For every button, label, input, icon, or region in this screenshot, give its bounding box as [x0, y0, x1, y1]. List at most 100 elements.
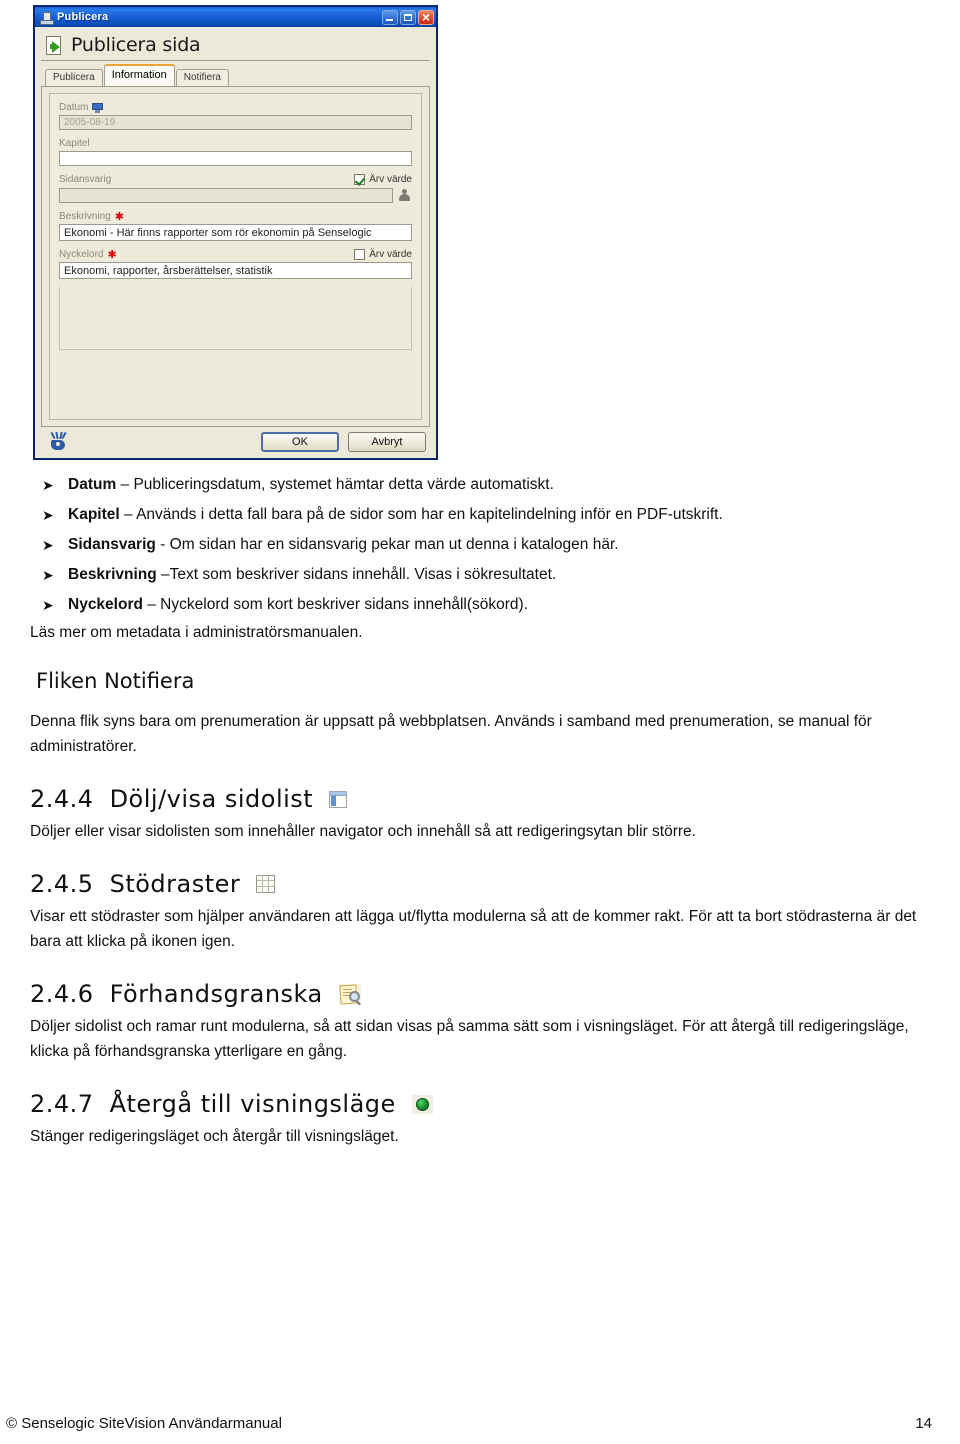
datum-label-row: Datum [59, 102, 104, 113]
kapitel-input[interactable] [59, 151, 412, 166]
page-footer: © Senselogic SiteVision Användarmanual 1… [0, 1415, 960, 1432]
metadata-bullet-list: ➤ Datum – Publiceringsdatum, systemet hä… [0, 470, 960, 620]
required-star-icon: ✱ [107, 248, 117, 261]
green-globe-icon [411, 1094, 433, 1114]
list-item: ➤ Beskrivning –Text som beskriver sidans… [40, 560, 930, 590]
section-heading-2-4-4: 2.4.4 Dölj/visa sidolist [0, 785, 960, 813]
field-beskrivning: Beskrivning ✱ Ekonomi - Här finns rappor… [59, 211, 412, 241]
nyckelord-inherit-label: Ärv värde [369, 249, 412, 260]
bullet-rest: – Publiceringsdatum, systemet hämtar det… [116, 476, 554, 493]
datum-input: 2005-08-19 [59, 115, 412, 130]
section-body-2-4-4: Döljer eller visar sidolisten som innehå… [30, 823, 696, 840]
bullet-rest: – Används i detta fall bara på de sidor … [119, 506, 723, 523]
dialog-footer: OK Avbryt [41, 427, 430, 454]
dialog-button-row: OK Avbryt [261, 432, 426, 452]
footer-copyright: © Senselogic SiteVision Användarmanual [6, 1415, 282, 1432]
tab-notifiera[interactable]: Notifiera [175, 69, 229, 87]
information-tab-panel: Datum 2005-08-19 Kapitel Sidansvarig Ärv… [41, 86, 430, 427]
fliken-notifiera-body: Denna flik syns bara om prenumeration är… [30, 713, 872, 755]
section-heading-2-4-6: 2.4.6 Förhandsgranska [0, 980, 960, 1008]
metadata-manual-note: Läs mer om metadata i administratörsmanu… [30, 624, 363, 641]
datum-label: Datum [59, 102, 89, 113]
section-heading-2-4-7: 2.4.7 Återgå till visningsläge [0, 1090, 960, 1118]
field-kapitel: Kapitel [59, 138, 412, 166]
nyckelord-label: Nyckelord [59, 249, 104, 260]
section-body-2-4-6: Döljer sidolist och ramar runt modulerna… [30, 1018, 909, 1060]
window-controls [382, 8, 434, 26]
arrow-bullet-icon: ➤ [42, 507, 54, 523]
sidebar-toggle-icon [329, 790, 348, 808]
publish-page-icon [45, 35, 65, 55]
maximize-button[interactable] [400, 9, 416, 25]
arrow-bullet-icon: ➤ [42, 537, 54, 553]
person-picker-icon[interactable] [397, 187, 412, 203]
arrow-bullet-icon: ➤ [42, 477, 54, 493]
grid-icon [256, 875, 276, 893]
sitevision-hand-logo-icon [47, 431, 69, 452]
field-nyckelord: Nyckelord ✱ Ärv värde Ekonomi, rapporter… [59, 249, 412, 279]
document-content: ➤ Datum – Publiceringsdatum, systemet hä… [0, 470, 960, 1149]
sidansvarig-input [59, 187, 393, 203]
nyckelord-label-row: Nyckelord ✱ [59, 249, 117, 260]
arrow-bullet-icon: ➤ [42, 567, 54, 583]
required-star-icon: ✱ [114, 210, 124, 223]
bullet-rest: –Text som beskriver sidans innehåll. Vis… [156, 566, 557, 583]
dialog-body: Publicera sida Publicera Information Not… [35, 27, 436, 458]
section-title: Återgå till visningsläge [109, 1090, 396, 1118]
section-number: 2.4.5 [30, 870, 94, 898]
arrow-bullet-icon: ➤ [42, 597, 54, 613]
list-item: ➤ Datum – Publiceringsdatum, systemet hä… [40, 470, 930, 500]
metadata-fieldset: Datum 2005-08-19 Kapitel Sidansvarig Ärv… [49, 93, 422, 420]
minimize-button[interactable] [382, 9, 398, 25]
nyckelord-input[interactable]: Ekonomi, rapporter, årsberättelser, stat… [59, 262, 412, 279]
dialog-header-title: Publicera sida [71, 34, 201, 56]
bullet-rest: - Om sidan har en sidansvarig pekar man … [155, 536, 619, 553]
fieldset-empty-area [59, 287, 412, 350]
preview-magnifier-icon [338, 984, 361, 1006]
beskrivning-label-row: Beskrivning ✱ [59, 211, 124, 222]
field-datum: Datum 2005-08-19 [59, 102, 412, 130]
section-heading-2-4-5: 2.4.5 Stödraster [0, 870, 960, 898]
list-item: ➤ Sidansvarig - Om sidan har en sidansva… [40, 530, 930, 560]
kapitel-label: Kapitel [59, 138, 90, 149]
dialog-tabs: Publicera Information Notifiera [41, 64, 430, 87]
bullet-term: Nyckelord [68, 596, 143, 613]
dialog-header: Publicera sida [41, 32, 430, 61]
nyckelord-inherit-checkbox[interactable]: Ärv värde [354, 249, 412, 260]
section-number: 2.4.7 [30, 1090, 94, 1118]
list-item: ➤ Kapitel – Används i detta fall bara på… [40, 500, 930, 530]
sidansvarig-inherit-checkbox[interactable]: Ärv värde [354, 174, 412, 185]
bullet-term: Beskrivning [68, 566, 157, 583]
section-body-2-4-5: Visar ett stödraster som hjälper använda… [30, 908, 917, 950]
section-number: 2.4.4 [30, 785, 94, 813]
bullet-term: Kapitel [68, 506, 120, 523]
sidansvarig-inherit-label: Ärv värde [369, 174, 412, 185]
bullet-term: Datum [68, 476, 117, 493]
fliken-notifiera-heading: Fliken Notifiera [36, 669, 195, 693]
bullet-term: Sidansvarig [68, 536, 156, 553]
ok-button[interactable]: OK [261, 432, 339, 452]
beskrivning-input[interactable]: Ekonomi - Här finns rapporter som rör ek… [59, 224, 412, 241]
sidansvarig-label: Sidansvarig [59, 174, 112, 185]
publish-window-icon [39, 10, 54, 25]
monitor-icon [92, 102, 104, 113]
section-body-2-4-7: Stänger redigeringsläget och återgår til… [30, 1128, 399, 1145]
section-number: 2.4.6 [30, 980, 94, 1008]
list-item: ➤ Nyckelord – Nyckelord som kort beskriv… [40, 590, 930, 620]
field-sidansvarig: Sidansvarig Ärv värde [59, 174, 412, 203]
close-button[interactable] [418, 8, 434, 26]
publicera-dialog-screenshot: Publicera Publicera sida Publicera Infor… [33, 5, 438, 460]
beskrivning-label: Beskrivning [59, 211, 111, 222]
dialog-window-title: Publicera [57, 11, 109, 23]
section-title: Förhandsgranska [109, 980, 323, 1008]
checkbox-unchecked-icon[interactable] [354, 249, 366, 260]
checkbox-checked-icon[interactable] [354, 174, 366, 185]
tab-publicera[interactable]: Publicera [45, 69, 103, 87]
bullet-rest: – Nyckelord som kort beskriver sidans in… [142, 596, 529, 613]
dialog-titlebar: Publicera [35, 7, 436, 27]
tab-information[interactable]: Information [103, 64, 175, 86]
footer-page-number: 14 [915, 1415, 932, 1432]
section-title: Dölj/visa sidolist [109, 785, 314, 813]
cancel-button[interactable]: Avbryt [348, 432, 426, 452]
section-title: Stödraster [109, 870, 241, 898]
